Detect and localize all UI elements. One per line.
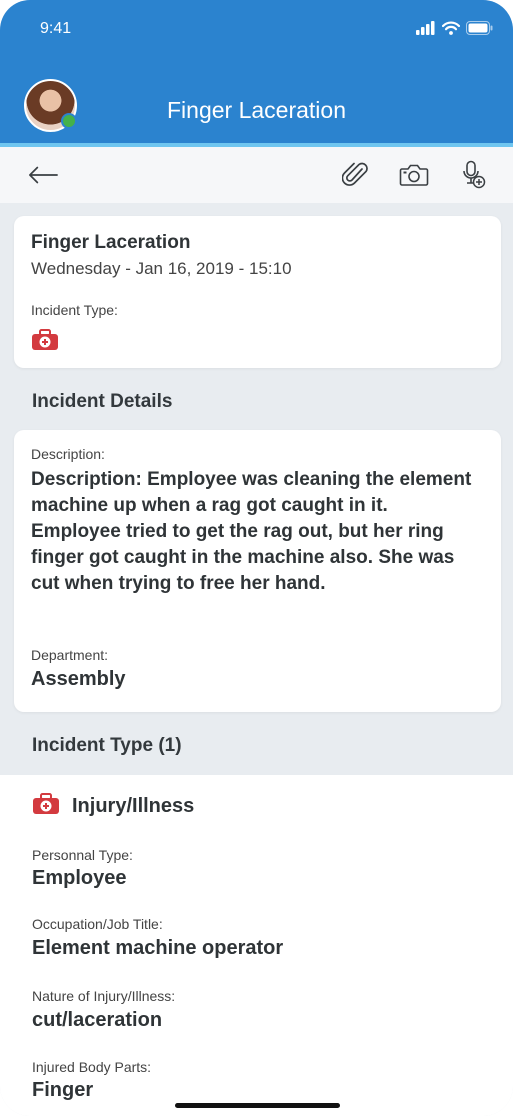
incident-title: Finger Laceration — [31, 232, 191, 253]
page-title: Finger Laceration — [167, 97, 346, 123]
occupation-value: Element machine operator — [32, 937, 284, 959]
toolbar — [0, 147, 513, 203]
incident-details-card: Description: Description: Employee was c… — [14, 430, 501, 712]
camera-icon[interactable] — [399, 160, 429, 190]
injured-body-parts-value: Finger — [32, 1079, 94, 1101]
incident-type-name: Injury/Illness — [72, 795, 195, 817]
status-icons — [416, 20, 493, 40]
nature-of-injury-label: Nature of Injury/Illness: — [32, 988, 176, 1004]
status-time: 9:41 — [40, 20, 72, 37]
medical-kit-icon — [31, 329, 59, 356]
description-text: Description: Employee was cleaning the e… — [31, 469, 472, 594]
incident-details-heading: Incident Details — [32, 391, 173, 412]
battery-icon — [466, 20, 493, 40]
wifi-icon — [441, 21, 461, 40]
microphone-add-icon[interactable] — [458, 160, 488, 190]
incident-type-label: Incident Type: — [31, 302, 118, 318]
department-label: Department: — [31, 647, 109, 663]
incident-date: Wednesday - Jan 16, 2019 - 15:10 — [31, 259, 292, 278]
paperclip-icon[interactable] — [341, 160, 371, 190]
nature-of-injury-value: cut/laceration — [32, 1009, 163, 1031]
back-arrow-icon[interactable] — [28, 160, 58, 190]
description-label: Description: — [31, 446, 105, 462]
phone-screen: 9:41 Finger Laceration Finger Laceration… — [0, 0, 513, 1116]
personnel-type-value: Employee — [32, 867, 127, 889]
department-value: Assembly — [31, 668, 126, 690]
incident-type-row: Injury/Illness — [32, 793, 194, 820]
medical-kit-icon — [32, 793, 60, 820]
incident-type-heading: Incident Type (1) — [32, 735, 182, 756]
occupation-label: Occupation/Job Title: — [32, 916, 163, 932]
personnel-type-label: Personnal Type: — [32, 847, 133, 863]
app-header: 9:41 Finger Laceration — [0, 0, 513, 143]
home-indicator[interactable] — [175, 1103, 340, 1108]
injured-body-parts-label: Injured Body Parts: — [32, 1059, 152, 1075]
signal-icon — [416, 20, 436, 40]
incident-summary-card: Finger Laceration Wednesday - Jan 16, 20… — [14, 216, 501, 368]
